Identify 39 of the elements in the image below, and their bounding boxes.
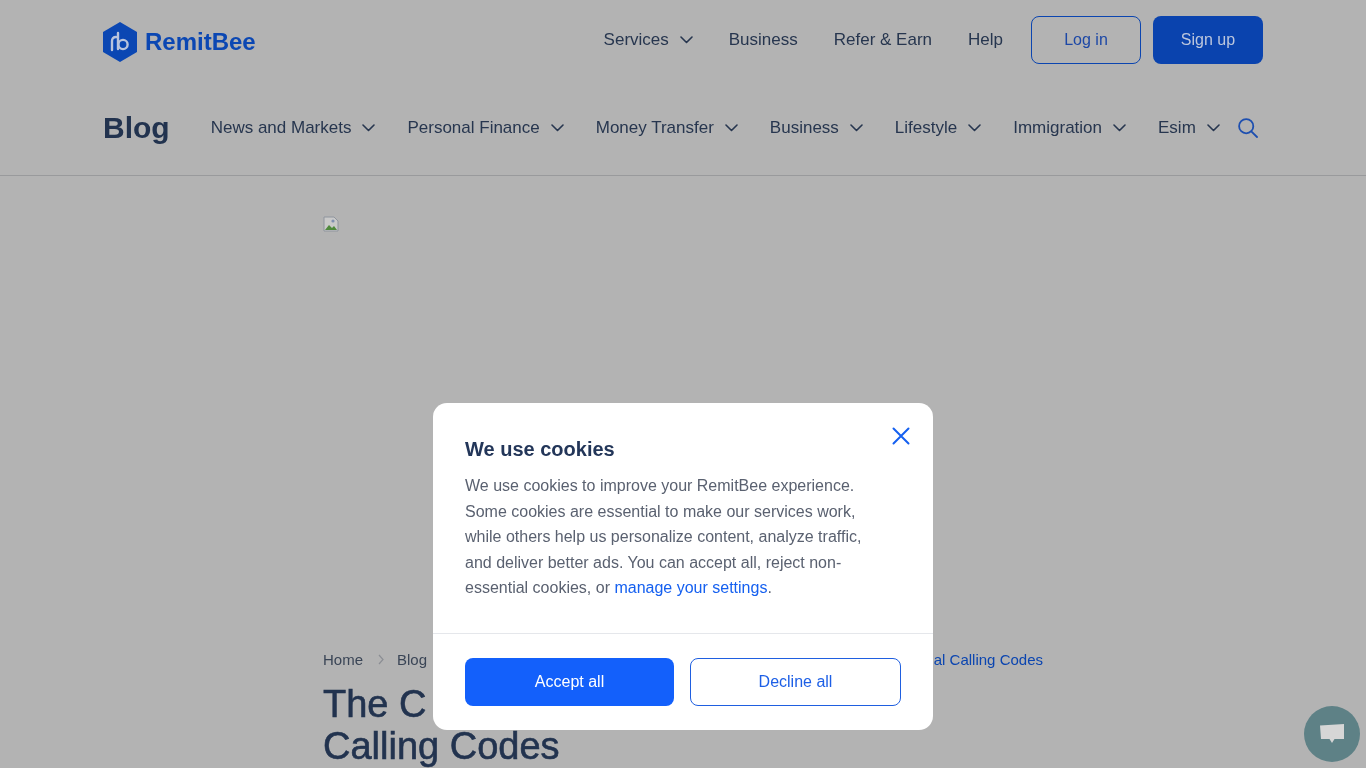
- breadcrumb-current: al Calling Codes: [933, 650, 1043, 668]
- chevron-down-icon: [1113, 123, 1127, 132]
- category-link[interactable]: Esim: [1158, 117, 1220, 138]
- chat-button[interactable]: [1304, 706, 1360, 762]
- close-button[interactable]: [892, 427, 910, 446]
- dialog-title: We use cookies: [465, 437, 616, 463]
- blog-title: Blog: [103, 110, 170, 145]
- hexagon-logo-icon: [103, 22, 137, 62]
- article-title: The C: [323, 684, 427, 724]
- chevron-down-icon: [849, 123, 863, 132]
- settings-link[interactable]: manage your settings: [614, 579, 768, 597]
- nav-link[interactable]: Refer & Earn: [833, 30, 933, 50]
- search-icon[interactable]: [1237, 117, 1258, 138]
- nav-link[interactable]: Help: [968, 30, 1003, 50]
- nav-link[interactable]: Business: [728, 30, 798, 50]
- chevron-down-icon: [724, 123, 738, 132]
- decline-button[interactable]: Decline all: [690, 658, 901, 706]
- category-link[interactable]: Personal Finance: [407, 117, 564, 138]
- chevron-down-icon: [1206, 123, 1220, 132]
- category-link[interactable]: Lifestyle: [894, 117, 982, 138]
- chevron-down-icon: [362, 123, 376, 132]
- chevron-right-icon: [378, 653, 384, 665]
- breadcrumb-link[interactable]: Blog: [397, 650, 428, 668]
- log-in-button[interactable]: Log in: [1031, 16, 1141, 64]
- chevron-down-icon: [968, 123, 982, 132]
- category-link[interactable]: Money Transfer: [595, 117, 738, 138]
- chevron-down-icon: [550, 123, 564, 132]
- category-link[interactable]: Immigration: [1013, 117, 1127, 138]
- category-link[interactable]: Business: [769, 117, 863, 138]
- sign-up-button[interactable]: Sign up: [1153, 16, 1263, 64]
- category-link[interactable]: News and Markets: [210, 117, 376, 138]
- brand-name[interactable]: RemitBee: [145, 28, 256, 56]
- article-title: Calling Codes: [323, 727, 560, 765]
- cookie-message: We use cookies to improve your RemitBee experience. Some cookies are essential to make our services work, while others help us personalize content, analyze traffic, and deliver better ads. You can accept all, reject non-essential cookies, or manage your settings.: [465, 476, 863, 599]
- chat-bubble-icon: [1320, 724, 1344, 744]
- broken-image-icon: [323, 216, 339, 232]
- nav-link[interactable]: Services: [603, 30, 693, 50]
- accept-button[interactable]: Accept all: [465, 658, 674, 706]
- breadcrumb-link[interactable]: Home: [323, 650, 363, 668]
